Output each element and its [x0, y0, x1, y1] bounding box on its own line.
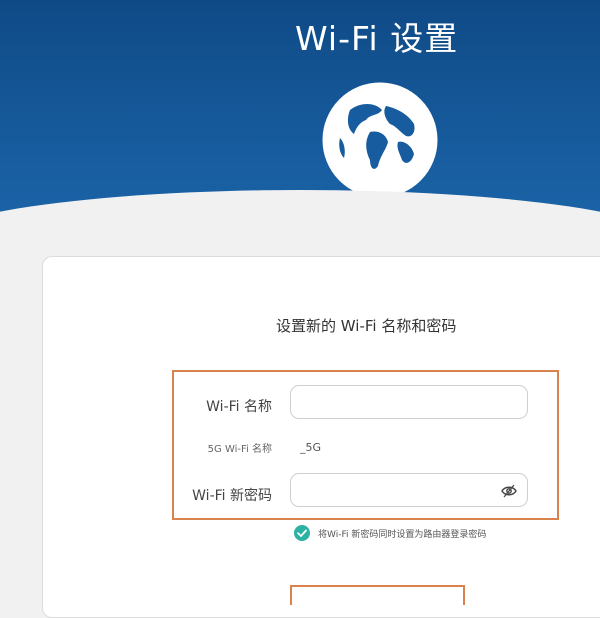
globe-icon	[322, 82, 438, 198]
form-subtitle: 设置新的 Wi-Fi 名称和密码	[276, 317, 457, 335]
header-banner: Wi-Fi 设置	[0, 0, 600, 215]
next-button-highlight	[290, 585, 465, 605]
wifi-name-label: Wi-Fi 名称	[206, 399, 272, 415]
sync-password-checkbox[interactable]	[294, 525, 310, 541]
header-curve	[0, 190, 600, 215]
wifi-password-input[interactable]	[290, 473, 528, 507]
eye-icon[interactable]	[501, 483, 517, 499]
wifi-5g-name-value: _5G	[300, 441, 322, 454]
page-title: Wi-Fi 设置	[295, 19, 459, 58]
wifi-password-label: Wi-Fi 新密码	[192, 488, 272, 504]
wifi-5g-name-label: 5G Wi-Fi 名称	[207, 444, 272, 455]
wifi-name-input[interactable]	[290, 385, 528, 419]
sync-password-label: 将Wi-Fi 新密码同时设置为路由器登录密码	[318, 530, 487, 540]
